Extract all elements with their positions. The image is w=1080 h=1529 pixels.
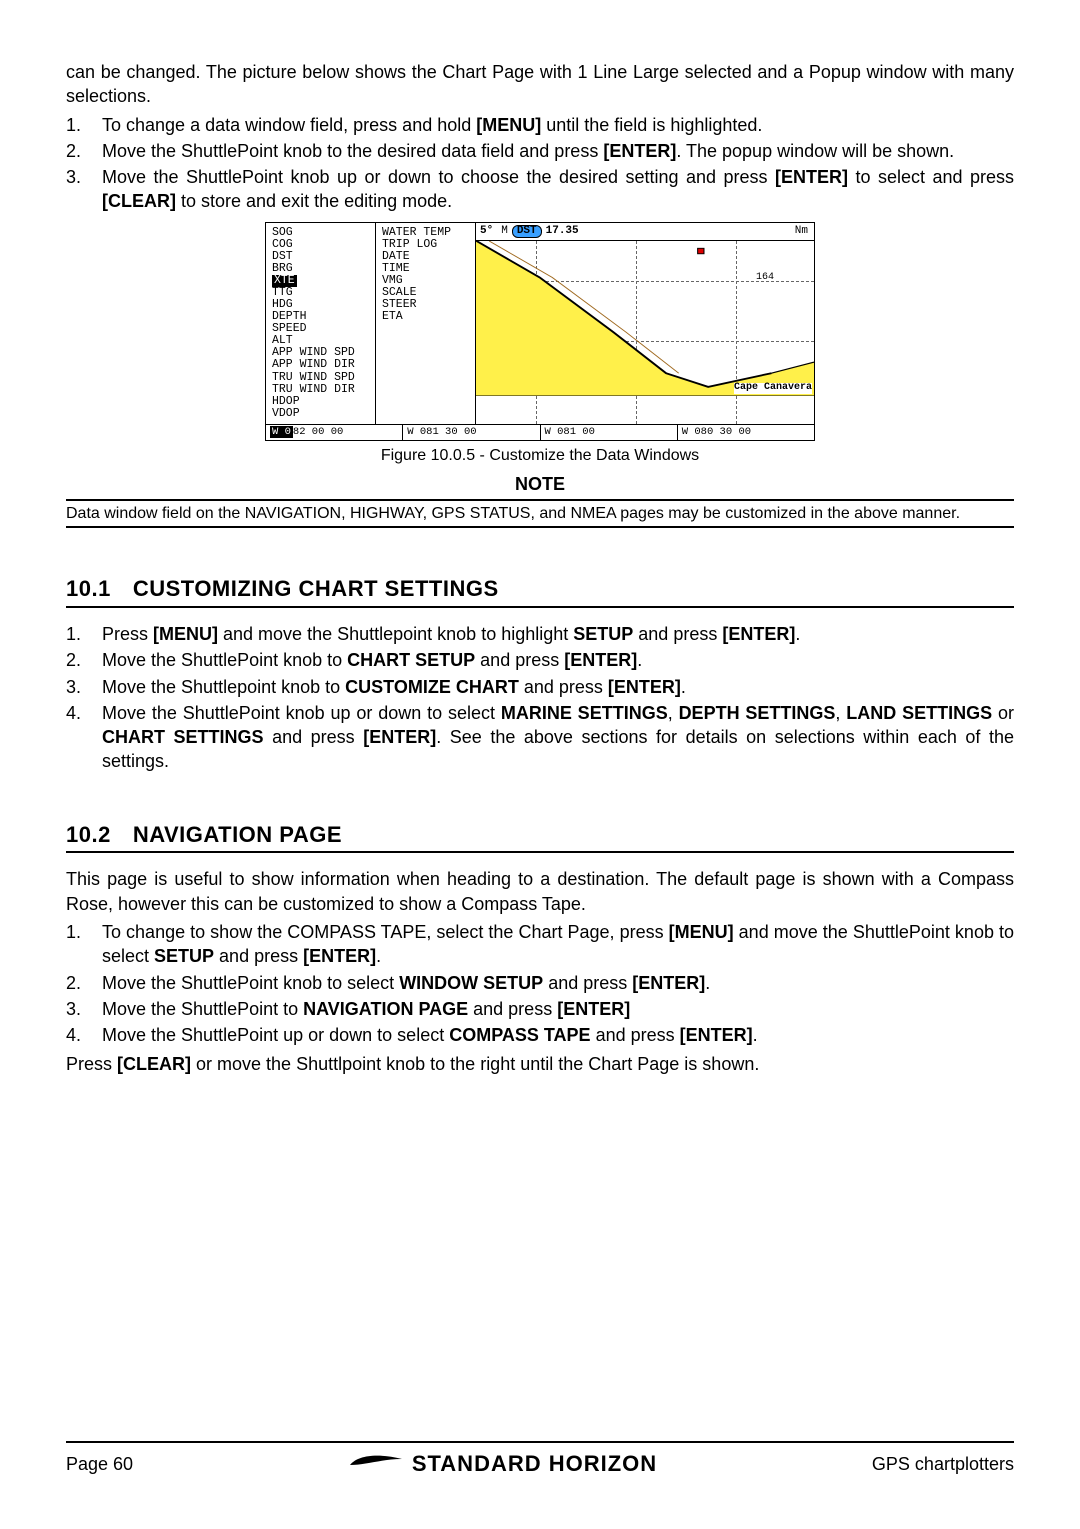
step-text: Press [MENU] and move the Shuttlepoint k…	[102, 622, 1014, 646]
section-10-1: 10.1CUSTOMIZING CHART SETTINGS	[66, 574, 1014, 608]
dst-chip: DST	[512, 225, 542, 239]
step-text: Move the ShuttlePoint knob to CHART SETU…	[102, 648, 1014, 672]
step-num: 4.	[66, 1023, 102, 1047]
bottom-coords: W 082 00 00 W 081 30 00 W 081 00 W 080 3…	[266, 424, 814, 440]
figure: SOGCOGDSTBRGXTETTGHDGDEPTHSPEEDALTAPP WI…	[66, 222, 1014, 467]
step-num: 3.	[66, 165, 102, 214]
step-text: To change a data window field, press and…	[102, 113, 1014, 137]
closing-line: Press [CLEAR] or move the Shuttlpoint kn…	[66, 1052, 1014, 1076]
divider	[66, 499, 1014, 501]
step-num: 4.	[66, 701, 102, 774]
section-10-2: 10.2NAVIGATION PAGE	[66, 820, 1014, 854]
step-num: 3.	[66, 675, 102, 699]
step-num: 1.	[66, 113, 102, 137]
step-text: Move the ShuttlePoint knob up or down to…	[102, 165, 1014, 214]
steps-10-2: 1.To change to show the COMPASS TAPE, se…	[66, 920, 1014, 1047]
step-text: Move the Shuttlepoint knob to CUSTOMIZE …	[102, 675, 1014, 699]
cape-label: Cape Canavera	[734, 383, 812, 394]
step-num: 2.	[66, 139, 102, 163]
brand-swoosh-icon	[348, 1449, 404, 1479]
popup-column-2: WATER TEMPTRIP LOGDATETIMEVMGSCALESTEERE…	[376, 223, 476, 424]
note-body: Data window field on the NAVIGATION, HIG…	[66, 503, 1014, 525]
step-num: 2.	[66, 971, 102, 995]
step-text: Move the ShuttlePoint knob up or down to…	[102, 701, 1014, 774]
note-heading: NOTE	[66, 472, 1014, 496]
step-num: 3.	[66, 997, 102, 1021]
popup-column-1: SOGCOGDSTBRGXTETTGHDGDEPTHSPEEDALTAPP WI…	[266, 223, 376, 424]
step-text: To change to show the COMPASS TAPE, sele…	[102, 920, 1014, 969]
steps-10-1: 1.Press [MENU] and move the Shuttlepoint…	[66, 622, 1014, 774]
section-10-2-intro: This page is useful to show information …	[66, 867, 1014, 916]
step-text: Move the ShuttlePoint up or down to sele…	[102, 1023, 1014, 1047]
intro-text: can be changed. The picture below shows …	[66, 60, 1014, 109]
step-num: 1.	[66, 622, 102, 646]
chart-area: 5° M DST 17.35 Nm	[476, 223, 814, 424]
step-text: Move the ShuttlePoint knob to the desire…	[102, 139, 1014, 163]
step-text: Move the ShuttlePoint knob to select WIN…	[102, 971, 1014, 995]
divider	[66, 526, 1014, 528]
step-text: Move the ShuttlePoint to NAVIGATION PAGE…	[102, 997, 1014, 1021]
step-num: 2.	[66, 648, 102, 672]
step-num: 1.	[66, 920, 102, 969]
figure-caption: Figure 10.0.5 - Customize the Data Windo…	[66, 445, 1014, 467]
footer-page: Page 60	[66, 1452, 133, 1476]
steps-intro: 1. To change a data window field, press …	[66, 113, 1014, 214]
footer-right: GPS chartplotters	[872, 1452, 1014, 1476]
page-footer: Page 60 STANDARD HORIZON GPS chartplotte…	[66, 1441, 1014, 1479]
footer-brand: STANDARD HORIZON	[348, 1449, 657, 1479]
